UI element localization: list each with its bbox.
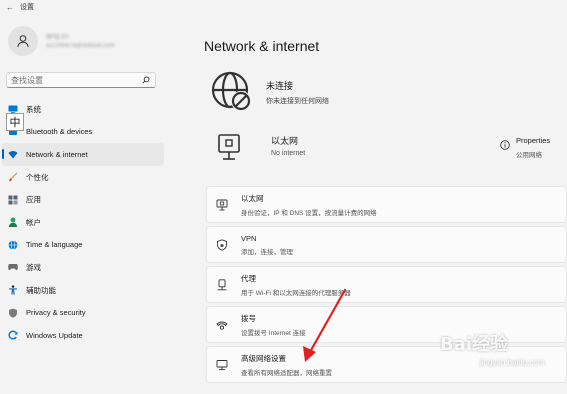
sidebar-item-privacy[interactable]: Privacy & security: [2, 301, 164, 324]
sidebar-item-label: 系统: [26, 104, 41, 114]
sidebar-item-label: 应用: [26, 195, 41, 205]
search-box[interactable]: [6, 72, 156, 88]
ime-indicator[interactable]: 中: [6, 113, 24, 131]
card-subtitle: 添加，连接，管理: [241, 248, 293, 256]
account-icon: [8, 217, 18, 228]
back-button[interactable]: ←: [6, 3, 20, 12]
sidebar-item-time-language[interactable]: Time & language: [2, 234, 164, 257]
profile-name: qing yu: [46, 33, 69, 40]
sidebar-item-label: Windows Update: [26, 330, 83, 340]
profile-email: a12345678@outlook.com: [46, 43, 115, 49]
sidebar-item-bluetooth[interactable]: Bluetooth & devices: [2, 121, 164, 144]
update-icon: [8, 330, 18, 340]
card-subtitle: 设置拨号 Internet 连接: [241, 329, 306, 337]
person-icon: [17, 35, 29, 48]
sidebar-item-label: Bluetooth & devices: [26, 127, 93, 137]
properties-subtitle: 公用网络: [516, 152, 542, 159]
card-ethernet[interactable]: 以太网 身份验证，IP 和 DNS 设置，按流量计费的网络: [206, 186, 567, 223]
search-input[interactable]: [11, 75, 141, 85]
card-subtitle: 用于 Wi-Fi 和以太网连接的代理服务器: [241, 289, 351, 297]
watermark: Bai经验 jingyan.baidu.com: [440, 330, 544, 367]
network-adapter-icon: [215, 358, 229, 372]
ethernet-subtitle: No internet: [271, 150, 306, 157]
globe-icon: [8, 240, 18, 250]
sidebar-item-accessibility[interactable]: 辅助功能: [2, 279, 164, 302]
info-icon: [500, 140, 510, 150]
watermark-url: jingyan.baidu.com: [480, 358, 545, 367]
sidebar-item-label: 帐户: [26, 217, 41, 227]
sidebar-item-network[interactable]: Network & internet: [2, 143, 164, 166]
sidebar-item-label: 游戏: [26, 262, 41, 272]
sidebar-item-accounts[interactable]: 帐户: [2, 211, 164, 234]
avatar: [8, 26, 38, 56]
proxy-icon: [215, 278, 229, 292]
card-title: VPN: [241, 233, 257, 243]
title-bar: ← 设置: [0, 0, 567, 14]
card-subtitle: 查看所有网络适配器，网络重置: [241, 369, 332, 377]
sidebar-item-label: Time & language: [26, 240, 83, 250]
sidebar-item-label: Privacy & security: [26, 308, 86, 318]
user-profile[interactable]: qing yu a12345678@outlook.com: [8, 26, 114, 56]
sidebar-item-system[interactable]: 系统: [2, 98, 164, 121]
sidebar-item-label: 个性化: [26, 172, 49, 182]
wifi-icon: [8, 149, 18, 159]
shield-icon: [8, 308, 18, 318]
sidebar-item-personalization[interactable]: 个性化: [2, 166, 164, 189]
globe-disconnected-icon: [211, 71, 251, 111]
sidebar-item-apps[interactable]: 应用: [2, 188, 164, 211]
window-title: 设置: [20, 4, 34, 11]
accessibility-icon: [8, 285, 18, 295]
watermark-logo: Bai经验: [440, 334, 509, 355]
ethernet-title: 以太网: [271, 136, 299, 146]
card-vpn[interactable]: VPN 添加，连接，管理: [206, 226, 567, 263]
vpn-shield-icon: [215, 238, 229, 252]
brush-icon: [8, 172, 18, 182]
ethernet-icon: [218, 134, 240, 160]
search-icon[interactable]: [141, 75, 151, 85]
card-subtitle: 身份验证，IP 和 DNS 设置，按流量计费的网络: [241, 209, 377, 217]
sidebar-item-gaming[interactable]: 游戏: [2, 256, 164, 279]
card-title: 高级网络设置: [241, 353, 286, 363]
dialup-icon: [215, 318, 229, 332]
card-proxy[interactable]: 代理 用于 Wi-Fi 和以太网连接的代理服务器: [206, 266, 567, 303]
properties-button[interactable]: Properties 公用网络: [500, 136, 550, 159]
card-title: 拨号: [241, 313, 256, 323]
connection-status: 未连接 你未连接到任何网络: [210, 70, 329, 114]
sidebar-item-label: 辅助功能: [26, 285, 56, 295]
sidebar-nav: 系统 Bluetooth & devices Network & interne…: [0, 98, 170, 347]
status-subtitle: 你未连接到任何网络: [266, 97, 329, 105]
status-title: 未连接: [266, 80, 294, 91]
properties-title: Properties: [516, 136, 551, 145]
sidebar-item-label: Network & internet: [26, 149, 88, 159]
sidebar: qing yu a12345678@outlook.com 系统 Bluetoo…: [0, 14, 170, 394]
apps-icon: [8, 195, 18, 205]
ethernet-icon: [215, 198, 229, 212]
page-title: Network & internet: [204, 38, 320, 54]
card-title: 以太网: [241, 193, 264, 203]
sidebar-item-windows-update[interactable]: Windows Update: [2, 324, 164, 347]
ethernet-summary: 以太网 No internet Properties 公用网络: [210, 130, 567, 166]
card-title: 代理: [241, 273, 256, 283]
gamepad-icon: [8, 262, 18, 272]
